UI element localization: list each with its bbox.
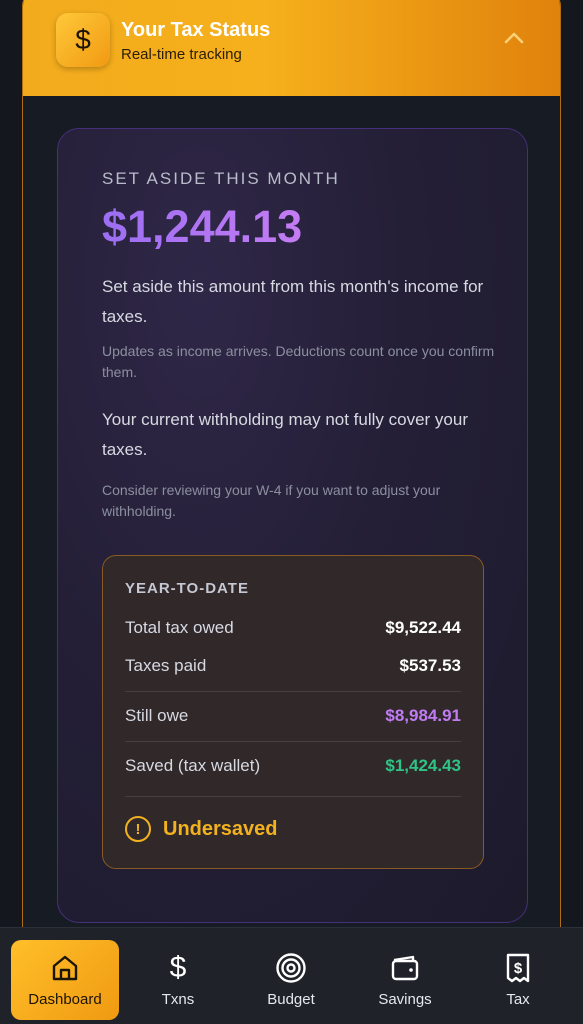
update-note: Updates as income arrives. Deductions co… [102, 343, 495, 380]
receipt-icon: $ [502, 952, 534, 984]
ytd-label: Taxes paid [125, 656, 207, 675]
bottom-nav: Dashboard $ Txns Budget Savings $ Tax [0, 927, 583, 1024]
svg-text:$: $ [514, 960, 523, 977]
dollar-icon: $ [169, 951, 187, 984]
ytd-label: Still owe [125, 706, 189, 725]
set-aside-amount: $1,244.13 [102, 201, 303, 252]
nav-label: Txns [161, 991, 195, 1008]
nav-label: Dashboard [28, 991, 102, 1008]
wallet-icon [389, 952, 421, 984]
chevron-up-icon[interactable] [503, 31, 525, 45]
ytd-label: Total tax owed [125, 618, 234, 637]
withholding-warning: Your current withholding may not fully c… [102, 410, 468, 459]
ytd-row-still-owe: Still owe $8,984.91 [125, 704, 461, 728]
nav-label: Budget [267, 991, 315, 1008]
header-subtitle: Real-time tracking [121, 46, 242, 63]
ytd-value: $9,522.44 [385, 618, 461, 637]
nav-label: Savings [378, 991, 432, 1008]
nav-item-txns[interactable]: $ Txns [128, 940, 228, 1020]
nav-item-dashboard[interactable]: Dashboard [11, 940, 119, 1020]
savings-status: ! Undersaved [125, 816, 278, 842]
savings-status-label: Undersaved [163, 817, 278, 840]
nav-item-budget[interactable]: Budget [241, 940, 341, 1020]
ytd-value: $1,424.43 [385, 756, 461, 775]
ytd-row-taxes-paid: Taxes paid $537.53 [125, 654, 461, 678]
home-icon [49, 952, 81, 984]
ytd-value: $8,984.91 [385, 706, 461, 725]
ytd-row-total-tax-owed: Total tax owed $9,522.44 [125, 616, 461, 640]
app: $ Your Tax Status Real-time tracking SET… [0, 0, 583, 1024]
nav-label: Tax [506, 991, 530, 1008]
ytd-row-saved-tax-wallet: Saved (tax wallet) $1,424.43 [125, 754, 461, 778]
target-icon [275, 952, 307, 984]
ytd-title: YEAR-TO-DATE [125, 580, 249, 597]
ytd-label: Saved (tax wallet) [125, 756, 261, 775]
tax-status-panel: $ Your Tax Status Real-time tracking SET… [22, 0, 561, 950]
divider [125, 796, 461, 797]
w4-suggestion: Consider reviewing your W-4 if you want … [102, 482, 441, 519]
set-aside-label: SET ASIDE THIS MONTH [102, 169, 340, 188]
ytd-value: $537.53 [399, 656, 461, 675]
nav-item-tax[interactable]: $ Tax [468, 940, 568, 1020]
alert-circle-icon: ! [125, 816, 151, 842]
dollar-icon: $ [56, 13, 110, 67]
header-title: Your Tax Status [121, 19, 271, 41]
divider [125, 691, 461, 692]
tax-status-header[interactable]: $ Your Tax Status Real-time tracking [23, 0, 560, 96]
divider [125, 741, 461, 742]
set-aside-description: Set aside this amount from this month's … [102, 277, 484, 326]
nav-item-savings[interactable]: Savings [355, 940, 455, 1020]
set-aside-card: SET ASIDE THIS MONTH $1,244.13 Set aside… [57, 128, 528, 923]
year-to-date-box: YEAR-TO-DATE Total tax owed $9,522.44 Ta… [102, 555, 484, 869]
